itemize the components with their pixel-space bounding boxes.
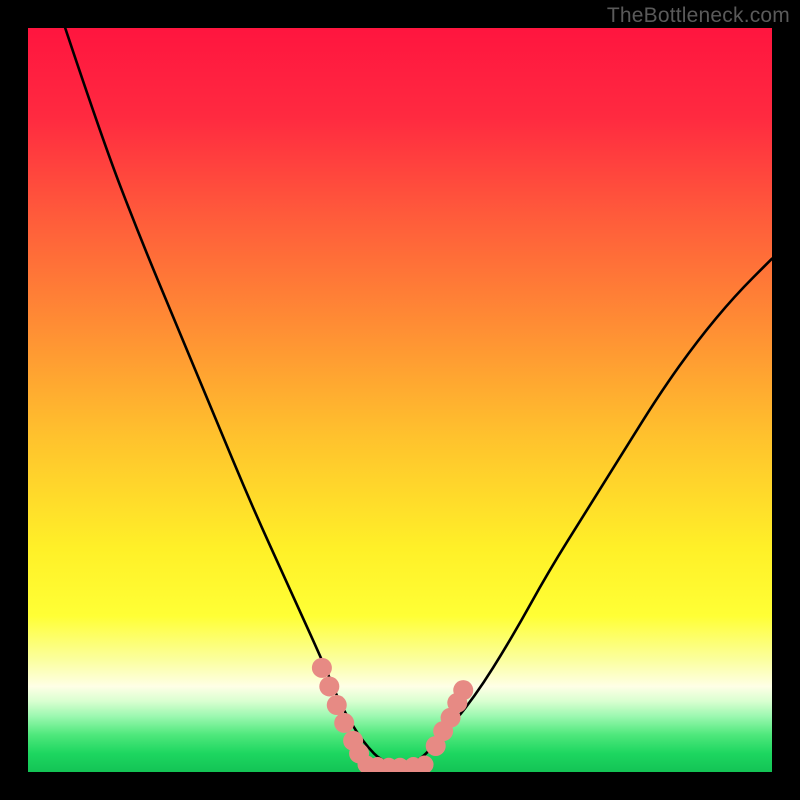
pink-dot <box>334 713 354 733</box>
bottleneck-curve <box>65 28 772 765</box>
watermark-text: TheBottleneck.com <box>607 4 790 28</box>
curve-layer <box>28 28 772 772</box>
chart-frame: TheBottleneck.com <box>0 0 800 800</box>
plot-area <box>28 28 772 772</box>
pink-dots <box>312 658 473 772</box>
pink-dot <box>416 756 434 772</box>
pink-dot <box>327 695 347 715</box>
pink-dot <box>312 658 332 678</box>
pink-dot <box>319 676 339 696</box>
pink-dot <box>453 680 473 700</box>
